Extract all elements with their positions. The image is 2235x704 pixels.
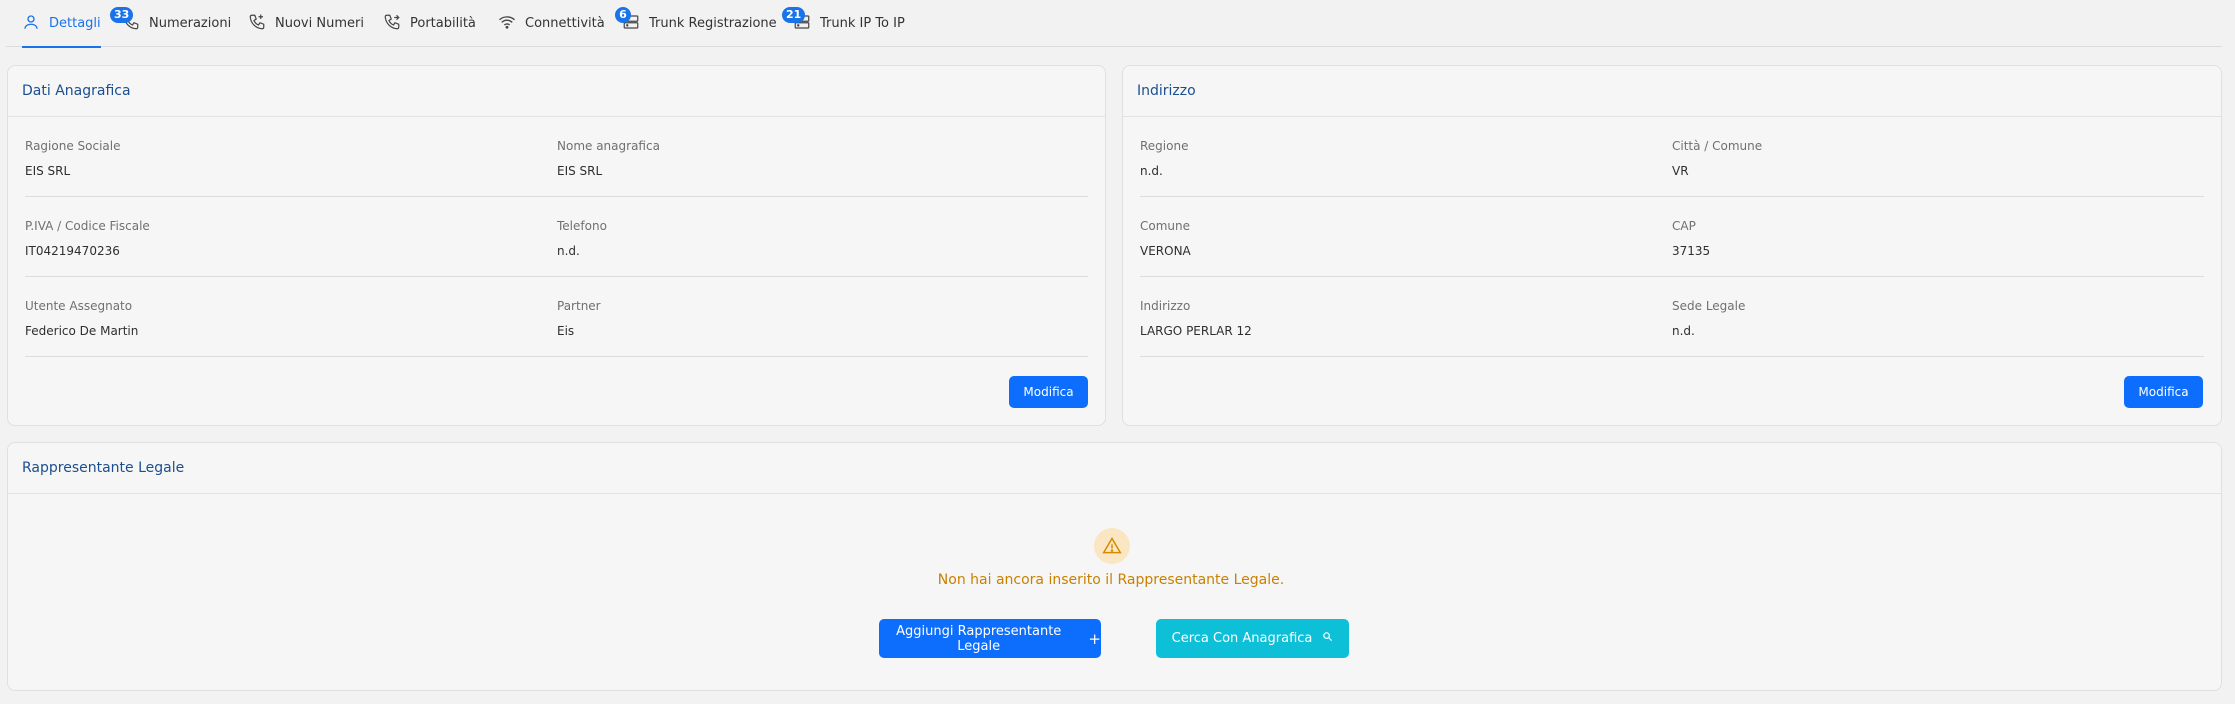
field-label: Indirizzo	[1140, 299, 1191, 313]
field-label: Utente Assegnato	[25, 299, 133, 313]
field-value: LARGO PERLAR 12	[1140, 324, 1252, 338]
tab-label: Connettività	[525, 16, 605, 31]
tab-label: Portabilità	[410, 16, 476, 31]
field-value: VR	[1672, 164, 1689, 178]
field-value: Federico De Martin	[25, 324, 139, 338]
field-value: n.d.	[1140, 164, 1163, 178]
indirizzo-field: Indirizzo LARGO PERLAR 12	[1140, 299, 1252, 338]
indirizzo-card: Indirizzo Regione n.d. Città / Comune VR…	[1122, 65, 2222, 426]
ragione-sociale-field: Ragione Sociale EIS SRL	[25, 139, 120, 178]
numerazioni-count-badge: 33	[110, 7, 134, 23]
field-label: Sede Legale	[1672, 299, 1746, 313]
tab-portabilita[interactable]: Portabilità	[383, 0, 476, 47]
card-title: Dati Anagrafica	[8, 66, 1105, 117]
card-title: Rappresentante Legale	[8, 443, 2221, 494]
field-row: Indirizzo LARGO PERLAR 12 Sede Legale n.…	[1140, 277, 2204, 357]
tab-label: Numerazioni	[149, 16, 232, 31]
field-label: Telefono	[557, 219, 607, 233]
tab-label: Trunk IP To IP	[820, 16, 905, 31]
tab-trunk-registrazione[interactable]: Trunk Registrazione	[622, 0, 777, 47]
field-label: Ragione Sociale	[25, 139, 121, 153]
cerca-anagrafica-button[interactable]: Cerca Con Anagrafica	[1156, 619, 1349, 658]
field-row: Ragione Sociale EIS SRL Nome anagrafica …	[25, 117, 1088, 197]
card-title: Indirizzo	[1123, 66, 2221, 117]
tab-bar: Dettagli Numerazioni 33 Nuovi Numeri Por…	[6, 0, 2222, 48]
field-row: Utente Assegnato Federico De Martin Part…	[25, 277, 1088, 357]
sede-legale-field: Sede Legale n.d.	[1672, 299, 1745, 338]
tab-connettivita[interactable]: Connettività	[498, 0, 605, 47]
field-value: VERONA	[1140, 244, 1191, 258]
wifi-icon	[498, 13, 516, 35]
tab-nuovi-numeri[interactable]: Nuovi Numeri	[248, 0, 364, 47]
empty-state-message: Non hai ancora inserito il Rappresentant…	[937, 572, 1285, 588]
anagrafica-fields: Ragione Sociale EIS SRL Nome anagrafica …	[25, 117, 1088, 357]
comune-field: Comune VERONA	[1140, 219, 1191, 258]
trunk-ip-count-badge: 21	[782, 7, 806, 23]
regione-field: Regione n.d.	[1140, 139, 1188, 178]
dati-anagrafica-card: Dati Anagrafica Ragione Sociale EIS SRL …	[7, 65, 1106, 426]
field-label: Nome anagrafica	[557, 139, 660, 153]
citta-field: Città / Comune VR	[1672, 139, 1762, 178]
field-value: n.d.	[557, 244, 580, 258]
cap-field: CAP 37135	[1672, 219, 1710, 258]
field-label: CAP	[1672, 219, 1696, 233]
warning-icon	[1094, 528, 1130, 564]
field-row: Comune VERONA CAP 37135	[1140, 197, 2204, 277]
button-label: Cerca Con Anagrafica	[1171, 631, 1313, 646]
phone-plus-icon	[248, 13, 266, 35]
search-icon	[1322, 631, 1333, 646]
partner-field: Partner Eis	[557, 299, 601, 338]
field-label: Comune	[1140, 219, 1191, 233]
phone-forward-icon	[383, 13, 401, 35]
add-rappresentante-button[interactable]: Aggiungi Rappresentante Legale +	[879, 619, 1101, 658]
tab-dettagli[interactable]: Dettagli	[22, 0, 101, 48]
modifica-anagrafica-button[interactable]: Modifica	[1009, 376, 1088, 408]
trunk-registrazione-count-badge: 6	[615, 7, 631, 23]
nome-anagrafica-field: Nome anagrafica EIS SRL	[557, 139, 660, 178]
tab-trunk-ip-to-ip[interactable]: Trunk IP To IP	[793, 0, 905, 47]
utente-assegnato-field: Utente Assegnato Federico De Martin	[25, 299, 138, 338]
field-value: IT04219470236	[25, 244, 120, 258]
field-label: Città / Comune	[1672, 139, 1763, 153]
piva-field: P.IVA / Codice Fiscale IT04219470236	[25, 219, 150, 258]
modifica-indirizzo-button[interactable]: Modifica	[2124, 376, 2203, 408]
field-value: n.d.	[1672, 324, 1695, 338]
rappresentante-legale-card: Rappresentante Legale	[7, 442, 2222, 691]
field-row: Regione n.d. Città / Comune VR	[1140, 117, 2204, 197]
tab-label: Dettagli	[49, 16, 101, 31]
tab-label: Trunk Registrazione	[649, 16, 777, 31]
field-row: P.IVA / Codice Fiscale IT04219470236 Tel…	[25, 197, 1088, 277]
field-value: 37135	[1672, 244, 1711, 258]
user-icon	[22, 13, 40, 35]
field-value: Eis	[557, 324, 575, 338]
field-label: Regione	[1140, 139, 1189, 153]
field-value: EIS SRL	[557, 164, 603, 178]
telefono-field: Telefono n.d.	[557, 219, 607, 258]
tab-label: Nuovi Numeri	[275, 16, 364, 31]
tab-numerazioni[interactable]: Numerazioni	[122, 0, 231, 47]
field-label: P.IVA / Codice Fiscale	[25, 219, 150, 233]
indirizzo-fields: Regione n.d. Città / Comune VR Comune VE…	[1140, 117, 2204, 357]
plus-icon: +	[1088, 629, 1101, 648]
field-value: EIS SRL	[25, 164, 71, 178]
field-label: Partner	[557, 299, 601, 313]
button-label: Aggiungi Rappresentante Legale	[896, 623, 1062, 654]
